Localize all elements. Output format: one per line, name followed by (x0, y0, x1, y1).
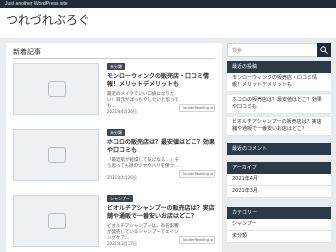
category-link[interactable]: 未分類 (227, 231, 331, 243)
top-bar: Just another WordPress site (0, 0, 336, 8)
post-card[interactable]: 未分類 ホコロの販売店は？最安値はどこ？効果や口コミも 「最近肌が乾燥して気にな… (6, 129, 222, 181)
post-author: lauderReading-si (179, 104, 215, 112)
recent-comments-heading: 最近のコメント (227, 143, 331, 155)
category-badge: 未分類 (107, 63, 125, 70)
archive-link[interactable]: 2021年3月 (227, 186, 331, 198)
archive-heading: アーカイブ (227, 162, 331, 174)
search-button[interactable] (317, 43, 331, 57)
search-icon (320, 46, 328, 54)
image-placeholder-icon (48, 213, 66, 229)
image-placeholder-icon (48, 147, 66, 163)
image-placeholder-icon (48, 81, 66, 97)
post-author: lauderReading-si (179, 236, 215, 244)
post-title[interactable]: ホコロの販売店は？最安値はどこ？効果や口コミも (107, 139, 215, 155)
section-divider (13, 58, 215, 59)
post-thumbnail[interactable] (13, 63, 99, 115)
post-title[interactable]: ビオルチアシャンプーの販売店は？実店舗や通販で一番安いお店はどこ？ (107, 205, 215, 221)
recent-post-link[interactable]: ホコロの販売店は？最安値はどこ？効果や口コミも (227, 95, 331, 114)
post-date: 2021年3月17日 (107, 241, 137, 246)
post-excerpt: ビオルチアシャンプーは、有名影響が発売しているシャンプーでエイジングケア... (107, 224, 179, 241)
post-card[interactable]: 未分類 モンローウィンクの販売店・口コミ情報！メリットデメリットも 最近のメイク… (6, 63, 222, 115)
section-title: 新着記事 (13, 48, 41, 56)
site-title[interactable]: つれづれぶろぐ (6, 12, 90, 28)
post-thumbnail[interactable] (13, 129, 99, 181)
recent-post-link[interactable]: モンローウィンクの販売店・口コミ情報！メリットデメリットも (227, 73, 331, 92)
category-heading: カテゴリー (227, 207, 331, 219)
post-date: 2021年4月26日 (107, 175, 137, 180)
new-posts-section: 新着記事 未分類 モンローウィンクの販売店・口コミ情報！メリットデメリットも 最… (6, 43, 222, 252)
recent-posts-heading: 最近の投稿 (227, 61, 331, 73)
post-excerpt: 最近のメイクでいい口癖になりたい！目元がぱっちりしたいと思っても... (107, 92, 179, 109)
post-title[interactable]: モンローウィンクの販売店・口コミ情報！メリットデメリットも (107, 73, 215, 89)
post-thumbnail[interactable] (13, 195, 99, 247)
recent-post-link[interactable]: ビオルチアシャンプーの販売店は？実店舗や通販で一番安いお店はどこ？ (227, 117, 331, 136)
category-link[interactable]: シャンプー (227, 219, 331, 231)
site-header: つれづれぶろぐ (0, 8, 336, 38)
post-excerpt: 「最近肌が乾燥して気になる…」そう思っても顔のツヤやハリを保つ... (107, 158, 179, 169)
post-author: lauderReading-si (179, 170, 215, 178)
post-date: 2021年4月26日 (107, 109, 137, 114)
site-tagline: Just another WordPress site (5, 1, 68, 7)
category-badge: 未分類 (107, 129, 125, 136)
search-input[interactable]: 検索 (227, 43, 331, 57)
archive-link[interactable]: 2021年4月 (227, 174, 331, 186)
category-badge: シャンプー (107, 195, 133, 202)
search-placeholder: 検索 (232, 48, 243, 54)
post-card[interactable]: シャンプー ビオルチアシャンプーの販売店は？実店舗や通販で一番安いお店はどこ？ … (6, 195, 222, 247)
